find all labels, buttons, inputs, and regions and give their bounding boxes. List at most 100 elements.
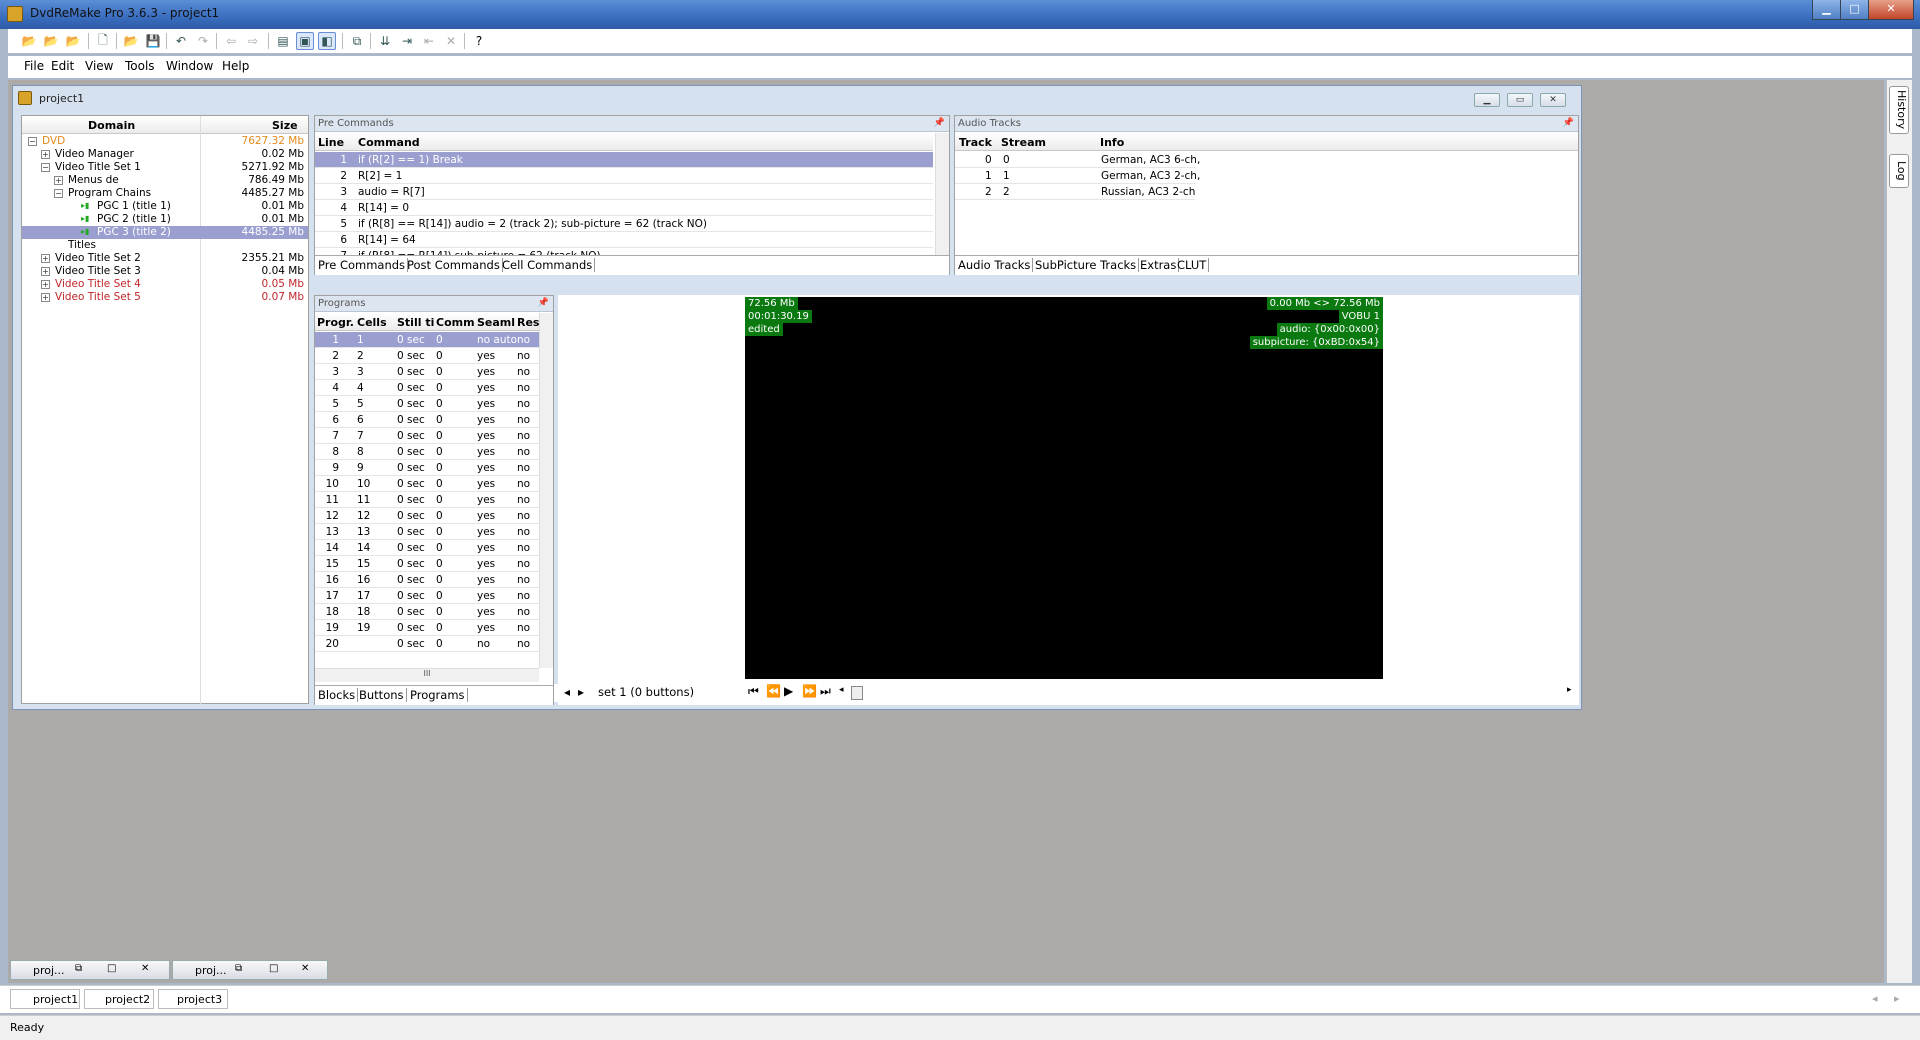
program-row[interactable]: 18 18 0 sec 0 yes no <box>315 604 539 620</box>
command-row[interactable]: 4 R[14] = 0 <box>315 200 933 216</box>
tree-row[interactable]: − DVD 7627.32 Mb <box>22 135 308 148</box>
tab-buttons[interactable]: Buttons <box>357 688 407 702</box>
tab-subpicture-tracks[interactable]: SubPicture Tracks <box>1033 258 1140 272</box>
video-preview[interactable]: 72.56 Mb 00:01:30.19 edited 0.00 Mb <> 7… <box>745 297 1383 679</box>
move-down-icon[interactable]: ⇊ <box>376 32 394 50</box>
expand-icon[interactable]: + <box>41 254 50 263</box>
log-tab[interactable]: Log <box>1889 154 1909 188</box>
program-row[interactable]: 17 17 0 sec 0 yes no <box>315 588 539 604</box>
tree-row[interactable]: ▸▮ PGC 1 (title 1) 0.01 Mb <box>22 200 308 213</box>
info-column-header[interactable]: Info <box>1100 136 1124 149</box>
tree-row[interactable]: ▸▮ PGC 2 (title 1) 0.01 Mb <box>22 213 308 226</box>
seaml-column-header[interactable]: Seaml <box>477 316 515 329</box>
timeline-thumb[interactable] <box>851 686 863 700</box>
program-row[interactable]: 3 3 0 sec 0 yes no <box>315 364 539 380</box>
restore-icon[interactable]: ⧉ <box>235 963 242 974</box>
tabs-right-icon[interactable]: ▸ <box>1894 992 1900 1005</box>
cells-column-header[interactable]: Cells <box>357 316 387 329</box>
domain-column-header[interactable]: Domain <box>88 119 135 132</box>
expand-icon[interactable]: + <box>54 176 63 185</box>
tree-row[interactable]: ▸▮ PGC 3 (title 2) 4485.25 Mb <box>22 226 308 239</box>
command-row[interactable]: 5 if (R[8] == R[14]) audio = 2 (track 2);… <box>315 216 933 232</box>
back-icon[interactable]: ⇦ <box>222 32 240 50</box>
tree-row[interactable]: Titles <box>22 239 308 252</box>
close-icon[interactable]: ✕ <box>141 963 149 974</box>
expand-icon[interactable]: + <box>41 150 50 159</box>
program-row[interactable]: 11 11 0 sec 0 yes no <box>315 492 539 508</box>
maximize-button[interactable]: □ <box>1840 0 1869 20</box>
still-column-header[interactable]: Still ti <box>397 316 434 329</box>
maximize-icon[interactable]: □ <box>107 963 116 974</box>
undo-icon[interactable]: ↶ <box>172 32 190 50</box>
tabs-left-icon[interactable]: ◂ <box>1872 992 1878 1005</box>
tree-row[interactable]: + Video Title Set 4 0.05 Mb <box>22 278 308 291</box>
tab-extras[interactable]: Extras <box>1138 258 1180 272</box>
view-grid-icon[interactable]: ▤ <box>274 32 292 50</box>
program-row[interactable]: 20 0 sec 0 no no <box>315 636 539 652</box>
tab-clut[interactable]: CLUT <box>1175 258 1210 272</box>
tree-row[interactable]: − Video Title Set 1 5271.92 Mb <box>22 161 308 174</box>
forward-icon[interactable]: ⇨ <box>244 32 262 50</box>
audio-track-row[interactable]: 1 1 German, AC3 2-ch, <box>955 168 1200 184</box>
menu-help[interactable]: Help <box>222 59 249 73</box>
minimized-window-1[interactable]: proj... ⧉ □ ✕ <box>10 960 170 980</box>
line-column-header[interactable]: Line <box>318 136 344 149</box>
fast-forward-icon[interactable]: ⏩ <box>802 684 817 698</box>
minimize-button[interactable]: ▁ <box>1812 0 1841 20</box>
program-row[interactable]: 19 19 0 sec 0 yes no <box>315 620 539 636</box>
tree-row[interactable]: + Video Title Set 2 2355.21 Mb <box>22 252 308 265</box>
maximize-icon[interactable]: □ <box>269 963 278 974</box>
restore-icon[interactable]: ⧉ <box>75 963 82 974</box>
slider-left-icon[interactable]: ◂ <box>839 685 844 695</box>
command-row[interactable]: 2 R[2] = 1 <box>315 168 933 184</box>
mdi-close-button[interactable]: ✕ <box>1540 93 1566 107</box>
collapse-icon[interactable]: − <box>54 189 63 198</box>
pre-commands-scrollbar[interactable] <box>935 133 949 255</box>
view-split-icon[interactable]: ◧ <box>318 32 336 50</box>
program-row[interactable]: 10 10 0 sec 0 yes no <box>315 476 539 492</box>
rewind-icon[interactable]: ⏪ <box>766 684 781 698</box>
next-set-icon[interactable]: ▸ <box>578 685 584 699</box>
import-icon[interactable]: 📂 <box>64 32 82 50</box>
command-column-header[interactable]: Command <box>358 136 420 149</box>
menu-edit[interactable]: Edit <box>51 59 74 73</box>
stream-column-header[interactable]: Stream <box>1001 136 1046 149</box>
pin-icon[interactable]: 📌 <box>538 298 549 308</box>
open-project-icon[interactable]: 📂 <box>20 32 38 50</box>
program-row[interactable]: 1 1 0 sec 0 no auto no <box>315 332 539 348</box>
set-label[interactable]: set 1 (0 buttons) <box>598 685 694 699</box>
menu-tools[interactable]: Tools <box>125 59 155 73</box>
collapse-icon[interactable]: − <box>28 137 37 146</box>
track-column-header[interactable]: Track <box>959 136 992 149</box>
indent-icon[interactable]: ⇥ <box>398 32 416 50</box>
tab-post-commands[interactable]: Post Commands <box>405 258 503 272</box>
programs-hscrollbar[interactable]: III <box>315 668 539 682</box>
res-column-header[interactable]: Res <box>517 316 539 329</box>
open-dvd-icon[interactable]: 📂 <box>42 32 60 50</box>
program-row[interactable]: 14 14 0 sec 0 yes no <box>315 540 539 556</box>
pin-icon[interactable]: 📌 <box>934 118 945 128</box>
menu-window[interactable]: Window <box>166 59 213 73</box>
program-row[interactable]: 16 16 0 sec 0 yes no <box>315 572 539 588</box>
tab-blocks[interactable]: Blocks <box>316 688 359 702</box>
delete-icon[interactable]: ✕ <box>442 32 460 50</box>
open-icon[interactable]: 📂 <box>122 32 140 50</box>
tree-row[interactable]: + Video Manager 0.02 Mb <box>22 148 308 161</box>
slider-right-icon[interactable]: ▸ <box>1567 685 1572 695</box>
tab-project2[interactable]: project2 <box>84 989 154 1009</box>
tab-project1[interactable]: project1 <box>10 989 80 1009</box>
history-tab[interactable]: History <box>1889 86 1909 134</box>
new-icon[interactable]: 🗋 <box>94 32 112 50</box>
tab-pre-commands[interactable]: Pre Commands <box>316 258 409 272</box>
program-row[interactable]: 12 12 0 sec 0 yes no <box>315 508 539 524</box>
program-row[interactable]: 7 7 0 sec 0 yes no <box>315 428 539 444</box>
tab-cell-commands[interactable]: Cell Commands <box>500 258 596 272</box>
view-preview-icon[interactable]: ▣ <box>296 32 314 50</box>
blocks-icon[interactable]: ⧉ <box>348 32 366 50</box>
play-icon[interactable]: ▶ <box>784 684 793 698</box>
save-icon[interactable]: 💾 <box>144 32 162 50</box>
menu-file[interactable]: File <box>24 59 44 73</box>
outdent-icon[interactable]: ⇤ <box>420 32 438 50</box>
comm-column-header[interactable]: Comm <box>436 316 475 329</box>
mdi-restore-button[interactable]: ▭ <box>1507 93 1533 107</box>
